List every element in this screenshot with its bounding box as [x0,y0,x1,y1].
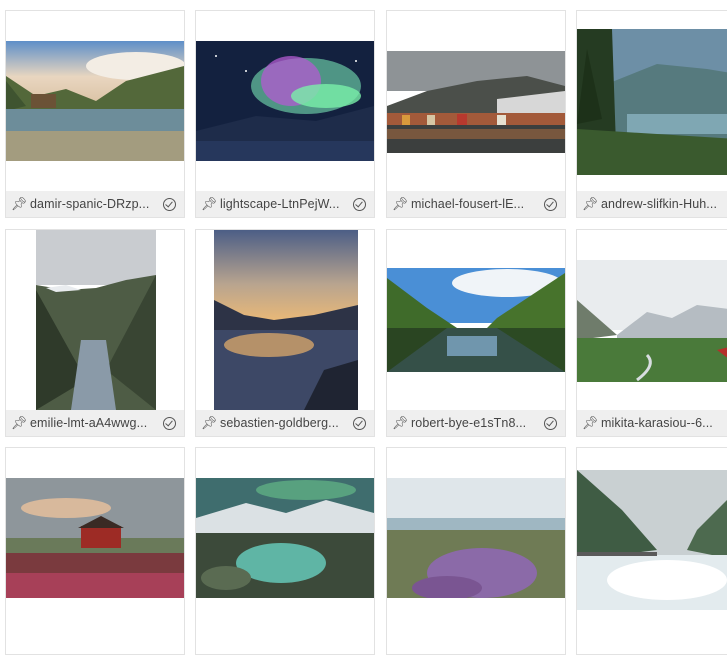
pin-icon[interactable]: 📌︎ [8,415,30,431]
pin-icon[interactable]: 📌︎ [579,196,601,212]
image-footer: 📌︎ michael-fousert-lE... [387,191,565,217]
check-circle-icon[interactable] [163,197,176,211]
filename-label: damir-spanic-DRzp... [30,197,150,211]
image-thumbnail[interactable] [387,448,565,628]
pin-icon[interactable]: 📌︎ [8,196,30,212]
filename-label: sebastien-goldberg... [220,416,339,430]
image-footer: 📌︎ mikita-karasiou--6... [577,410,727,436]
image-footer: 📌︎ robert-bye-e1sTn8... [387,410,565,436]
image-card[interactable]: 📌︎ michael-fousert-lE... [386,10,566,218]
image-card[interactable]: 📌︎ andrew-slifkin-Huh... [576,10,727,218]
image-thumbnail[interactable] [577,11,727,191]
check-circle-icon[interactable] [353,197,366,211]
image-card[interactable] [576,447,727,655]
filename-label: emilie-lmt-aA4wwg... [30,416,148,430]
image-footer: 📌︎ damir-spanic-DRzp... [6,191,184,217]
image-thumbnail[interactable] [196,230,374,410]
image-grid: 📌︎ damir-spanic-DRzp... 📌︎ lightscape-Lt… [0,0,727,655]
image-card[interactable]: 📌︎ mikita-karasiou--6... [576,229,727,437]
image-card[interactable] [195,447,375,655]
filename-label: andrew-slifkin-Huh... [601,197,718,211]
image-thumbnail[interactable] [6,11,184,191]
filename-label: lightscape-LtnPejW... [220,197,340,211]
image-card[interactable]: 📌︎ emilie-lmt-aA4wwg... [5,229,185,437]
image-thumbnail[interactable] [387,11,565,191]
pin-icon[interactable]: 📌︎ [579,415,601,431]
image-footer: 📌︎ andrew-slifkin-Huh... [577,191,727,217]
check-circle-icon[interactable] [544,197,557,211]
image-footer: 📌︎ sebastien-goldberg... [196,410,374,436]
image-card[interactable]: 📌︎ sebastien-goldberg... [195,229,375,437]
image-thumbnail[interactable] [577,448,727,628]
pin-icon[interactable]: 📌︎ [198,196,220,212]
check-circle-icon[interactable] [163,416,176,430]
filename-label: mikita-karasiou--6... [601,416,713,430]
image-thumbnail[interactable] [6,448,184,628]
image-thumbnail[interactable] [6,230,184,410]
image-thumbnail[interactable] [196,11,374,191]
pin-icon[interactable]: 📌︎ [389,196,411,212]
image-card[interactable]: 📌︎ damir-spanic-DRzp... [5,10,185,218]
image-card[interactable]: 📌︎ lightscape-LtnPejW... [195,10,375,218]
image-card[interactable] [386,447,566,655]
image-thumbnail[interactable] [196,448,374,628]
image-thumbnail[interactable] [577,230,727,410]
image-footer: 📌︎ emilie-lmt-aA4wwg... [6,410,184,436]
image-card[interactable]: 📌︎ robert-bye-e1sTn8... [386,229,566,437]
image-card[interactable] [5,447,185,655]
pin-icon[interactable]: 📌︎ [389,415,411,431]
pin-icon[interactable]: 📌︎ [198,415,220,431]
check-circle-icon[interactable] [353,416,366,430]
filename-label: robert-bye-e1sTn8... [411,416,527,430]
image-thumbnail[interactable] [387,230,565,410]
image-footer: 📌︎ lightscape-LtnPejW... [196,191,374,217]
filename-label: michael-fousert-lE... [411,197,525,211]
check-circle-icon[interactable] [544,416,557,430]
